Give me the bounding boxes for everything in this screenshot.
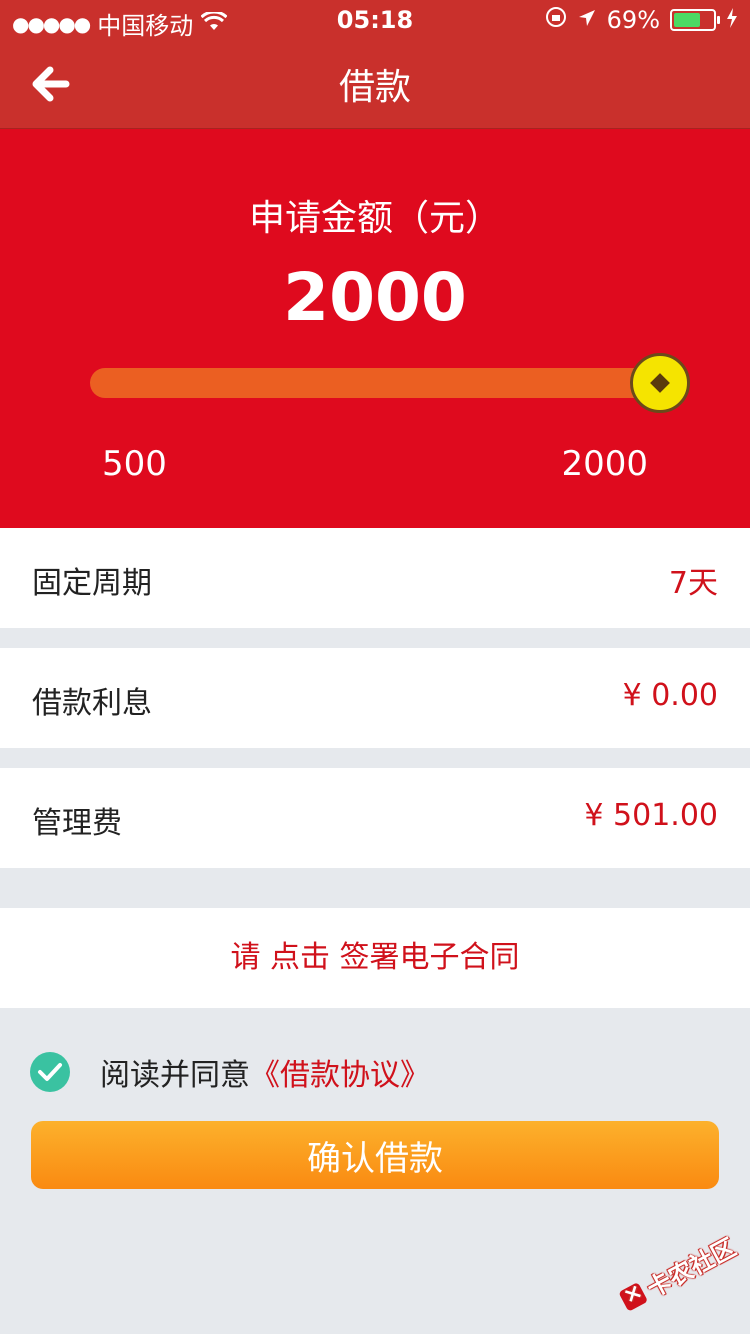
amount-max: 2000 [561,444,648,484]
battery-percent: 69% [606,6,660,34]
management-fee-row: 管理费 ¥ 501.00 [0,768,750,868]
amount-slider-track[interactable] [90,368,660,398]
management-fee-value: ¥ 501.00 [584,798,718,833]
confirm-loan-button[interactable]: 确认借款 [31,1121,719,1189]
page-title: 借款 [338,67,411,108]
amount-min: 500 [102,444,167,484]
interest-value: ¥ 0.00 [622,678,718,713]
management-fee-label: 管理费 [32,806,122,841]
status-right: 69% [545,6,738,34]
logo-icon [618,1281,648,1312]
agree-checkbox[interactable] [30,1052,70,1092]
loan-agreement-link[interactable]: 《借款协议》 [250,1050,430,1094]
location-arrow-icon [577,6,597,34]
checkmark-icon [38,1063,62,1081]
sign-contract-link[interactable]: 请 点击 签署电子合同 [0,908,750,1008]
battery-level [674,13,701,27]
watermark: 卡农社区 [615,1228,741,1317]
coin-icon [650,373,670,393]
status-bar: ●●●●● 中国移动 05:18 69% [0,0,750,40]
charging-bolt-icon [726,6,738,34]
amount-panel: 申请金额（元） 2000 500 2000 [0,129,750,528]
nav-bar: 借款 [0,40,750,129]
watermark-text: 卡农社区 [642,1233,741,1304]
interest-row: 借款利息 ¥ 0.00 [0,648,750,748]
interest-label: 借款利息 [32,686,152,721]
amount-label: 申请金额（元） [248,198,501,239]
period-label: 固定周期 [32,566,152,601]
period-row: 固定周期 7天 [0,528,750,628]
agreement-row: 阅读并同意 《借款协议》 [30,1050,430,1094]
agreement-text: 阅读并同意 [100,1058,250,1093]
battery-icon [670,9,720,31]
orientation-lock-icon [545,6,567,34]
amount-value: 2000 [283,259,467,336]
amount-slider-thumb[interactable] [630,353,690,413]
period-value: 7天 [668,566,718,601]
